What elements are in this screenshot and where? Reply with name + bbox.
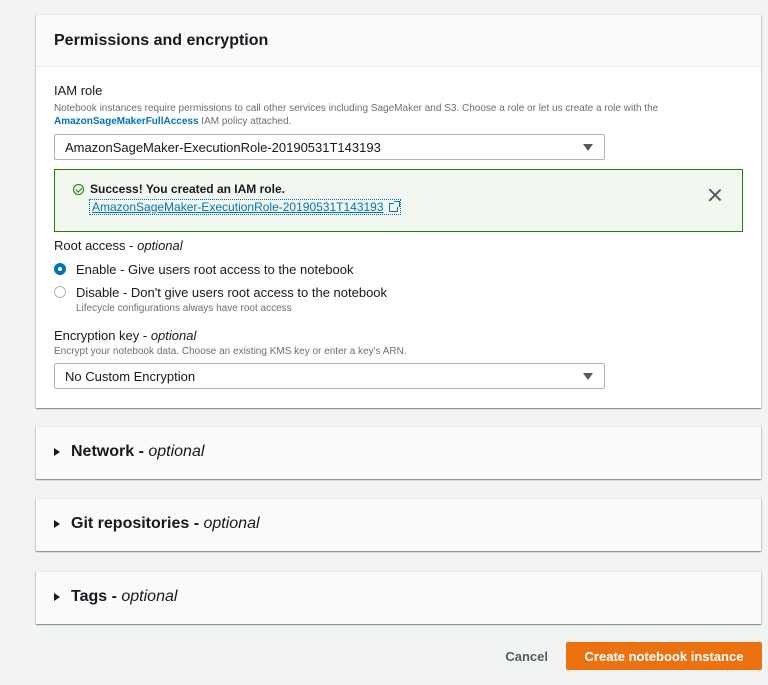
encryption-description: Encrypt your notebook data. Choose an ex… [54,346,407,357]
radio-disable-label: Disable - Don't give users root access t… [76,285,388,300]
flash-title: Success! You created an IAM role. [90,182,285,196]
iam-role-link[interactable]: AmazonSageMaker-ExecutionRole-20190531T1… [89,199,401,215]
root-access-label: Root access - optional [54,238,183,253]
git-repositories-section[interactable]: Git repositories - optional [36,498,761,551]
flash-title-row: Success! You created an IAM role. [73,182,724,196]
encryption-key-label-text: Encryption key [54,328,140,343]
network-header[interactable]: Network - optional [36,427,761,479]
network-title-row: Network - optional [54,443,743,461]
footer-actions: Cancel Create notebook instance [505,642,762,670]
permissions-title: Permissions and encryption [54,32,269,49]
iam-role-desc-suffix: IAM policy attached. [198,116,292,127]
git-title-row: Git repositories - optional [54,515,743,533]
git-title: Git repositories [71,515,190,532]
caret-right-icon [54,520,60,528]
caret-right-icon [54,593,60,601]
permissions-header: Permissions and encryption [36,15,761,67]
radio-disable[interactable] [54,286,66,298]
tags-header[interactable]: Tags - optional [36,572,761,624]
permissions-panel: Permissions and encryption IAM role Note… [36,14,761,408]
iam-role-label: IAM role [54,83,103,98]
git-optional: optional [203,515,260,532]
caret-right-icon [54,448,60,456]
create-notebook-instance-button[interactable]: Create notebook instance [566,642,762,670]
radio-enable-text-wrap: Enable - Give users root access to the n… [76,262,354,277]
iam-role-desc-prefix: Notebook instances require permissions t… [54,103,659,114]
cancel-button[interactable]: Cancel [505,643,548,670]
external-link-icon [388,200,400,212]
encryption-key-label: Encryption key - optional [54,328,197,343]
encryption-key-optional: optional [150,328,197,343]
radio-disable-text-wrap: Disable - Don't give users root access t… [76,285,387,314]
git-header[interactable]: Git repositories - optional [36,499,761,551]
network-title: Network [71,443,135,460]
tags-title-row: Tags - optional [54,588,743,606]
tags-title: Tags [71,588,108,605]
encryption-key-select[interactable]: No Custom Encryption [54,363,605,389]
iam-role-select[interactable]: AmazonSageMaker-ExecutionRole-20190531T1… [54,134,605,160]
success-flash: Success! You created an IAM role. Amazon… [54,169,743,232]
check-circle-icon [73,183,84,195]
root-access-enable-option[interactable]: Enable - Give users root access to the n… [54,262,743,277]
radio-enable[interactable] [54,263,66,275]
iam-role-selected: AmazonSageMaker-ExecutionRole-20190531T1… [65,140,381,155]
permissions-body: IAM role Notebook instances require perm… [36,67,761,389]
iam-role-description: Notebook instances require permissions t… [54,102,743,128]
radio-enable-label: Enable - Give users root access to the n… [76,262,354,277]
full-access-policy-link[interactable]: AmazonSageMakerFullAccess [54,116,199,127]
radio-disable-sublabel: Lifecycle configurations always have roo… [76,303,292,314]
encryption-selected: No Custom Encryption [65,369,196,384]
network-optional: optional [148,443,205,460]
caret-down-icon [583,373,593,380]
close-icon[interactable] [708,188,722,202]
root-access-optional: optional [137,238,183,253]
iam-role-link-text: AmazonSageMaker-ExecutionRole-20190531T1… [92,200,384,214]
network-section[interactable]: Network - optional [36,426,761,479]
tags-optional: optional [121,588,178,605]
root-access-disable-option[interactable]: Disable - Don't give users root access t… [54,285,743,314]
caret-down-icon [583,144,593,151]
root-access-label-text: Root access [54,238,126,253]
tags-section[interactable]: Tags - optional [36,571,761,624]
